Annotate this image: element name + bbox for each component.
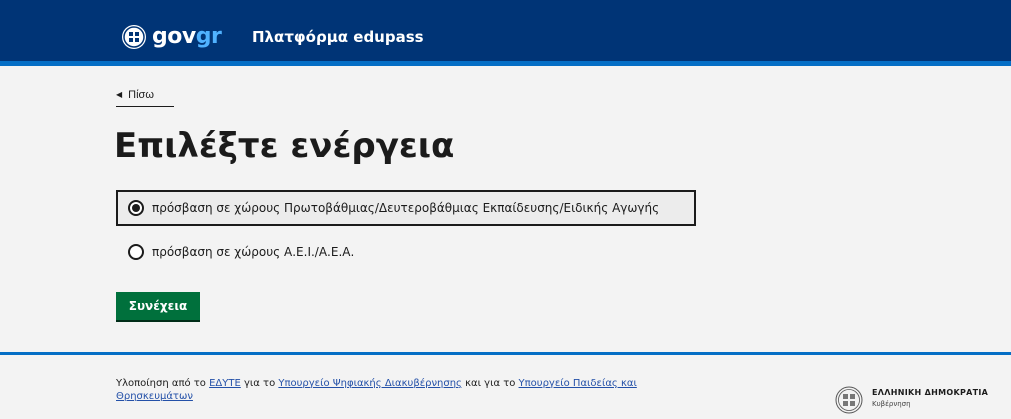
- option-label: πρόσβαση σε χώρους Πρωτοβάθμιας/Δευτεροβ…: [152, 201, 660, 215]
- footer-text-part: και για το: [461, 378, 519, 389]
- platform-title[interactable]: Πλατφόρμα edupass: [252, 28, 424, 46]
- gov-name: ΕΛΛΗΝΙΚΗ ΔΗΜΟΚΡΑΤΙΑ: [872, 388, 989, 397]
- option-primary-secondary-access[interactable]: πρόσβαση σε χώρους Πρωτοβάθμιας/Δευτεροβ…: [116, 190, 696, 226]
- edyte-link[interactable]: ΕΔΥΤΕ: [209, 378, 241, 389]
- logo-text-gov: gov: [152, 24, 196, 49]
- continue-button[interactable]: Συνέχεια: [116, 292, 200, 322]
- option-higher-education-access[interactable]: πρόσβαση σε χώρους Α.Ε.Ι./Α.Ε.Α.: [128, 242, 354, 262]
- ministry-digital-governance-link[interactable]: Υπουργείο Ψηφιακής Διακυβέρνησης: [278, 378, 462, 389]
- footer-text-part: για το: [240, 378, 279, 389]
- site-header: govgr Πλατφόρμα edupass: [0, 0, 1011, 66]
- logo-text: govgr: [152, 24, 222, 49]
- radio-button-selected[interactable]: [128, 200, 144, 216]
- site-footer: Υλοποίηση από το ΕΔΥΤΕ για το Υπουργείο …: [0, 352, 1011, 419]
- option-label: πρόσβαση σε χώρους Α.Ε.Ι./Α.Ε.Α.: [152, 245, 355, 259]
- logo-text-gr: gr: [195, 24, 222, 49]
- govgr-logo[interactable]: govgr: [122, 24, 222, 50]
- radio-button[interactable]: [128, 244, 144, 260]
- gov-sub: Κυβέρνηση: [872, 400, 911, 408]
- footer-text-part: Υλοποίηση από το: [116, 378, 210, 389]
- triangle-left-icon: ◀: [116, 90, 123, 99]
- back-link[interactable]: ◀ Πίσω: [116, 89, 174, 107]
- back-link-label: Πίσω: [128, 89, 154, 101]
- footer-credits: Υλοποίηση από το ΕΔΥΤΕ για το Υπουργείο …: [116, 377, 706, 403]
- page-title: Επιλέξτε ενέργεια: [114, 126, 455, 166]
- greek-emblem-icon: [122, 25, 146, 49]
- hellenic-republic-emblem-icon: [835, 386, 863, 414]
